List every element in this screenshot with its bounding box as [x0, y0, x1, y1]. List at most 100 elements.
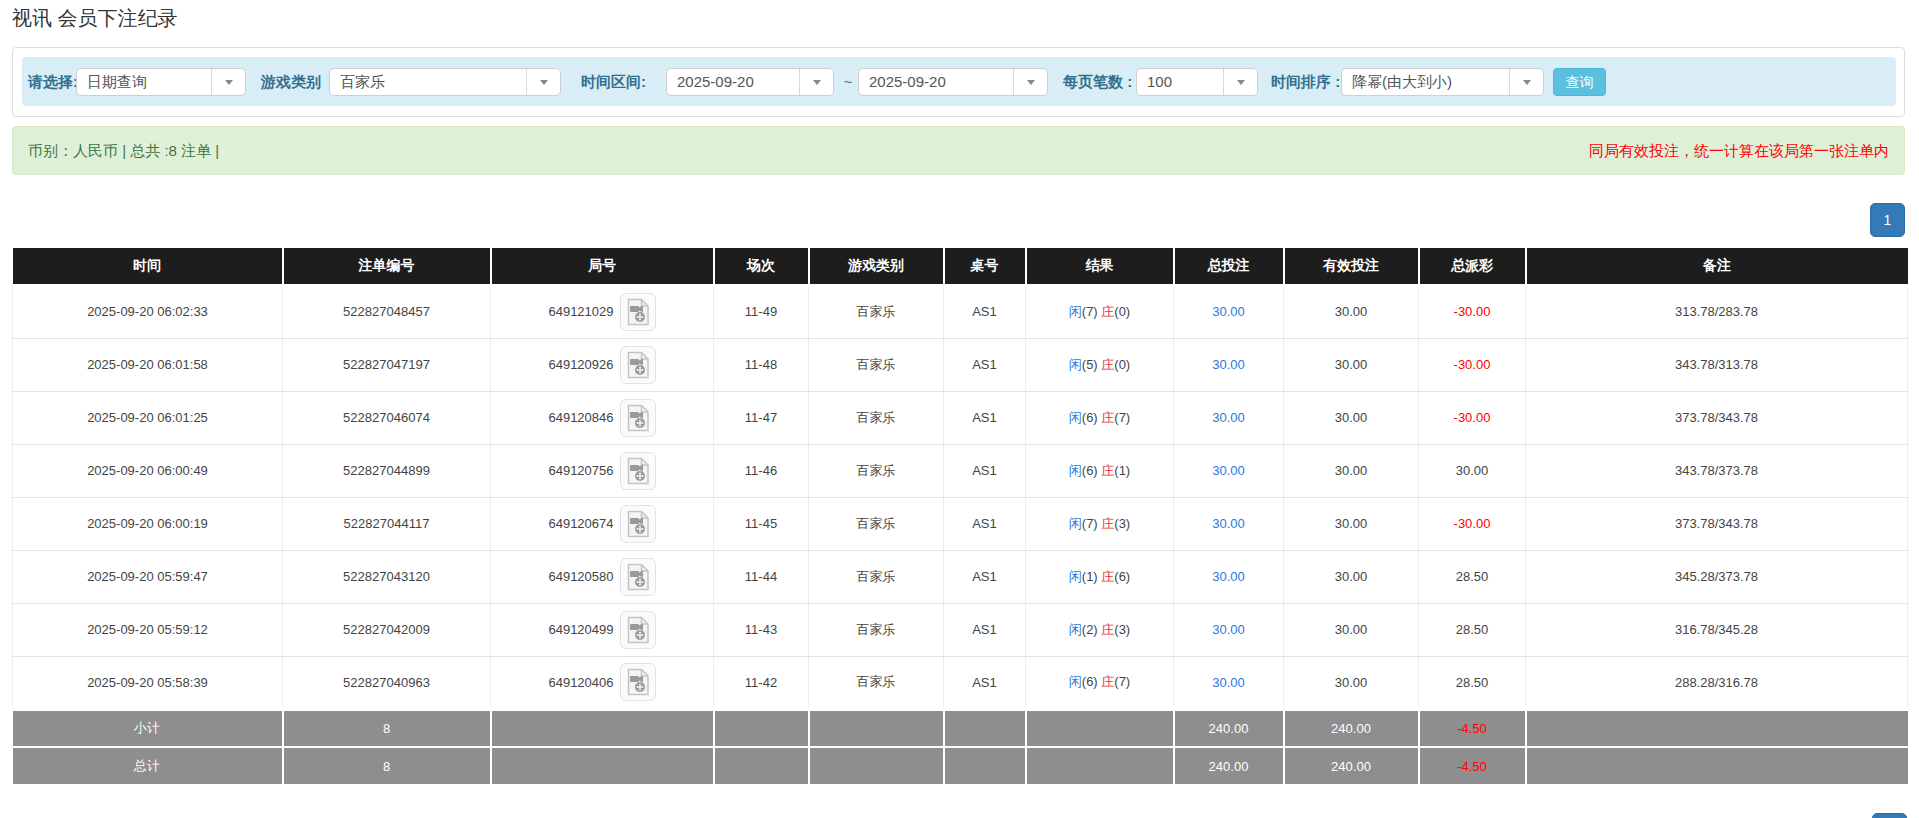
chevron-down-icon[interactable] — [799, 69, 833, 95]
cell-remark: 316.78/345.28 — [1526, 603, 1908, 656]
cell-total-bet[interactable]: 30.00 — [1174, 338, 1284, 391]
chevron-down-icon[interactable] — [1223, 69, 1257, 95]
cell-bet-id: 522827040963 — [283, 656, 491, 709]
cell-game: 百家乐 — [809, 497, 944, 550]
cell-round-id: 649120406 — [491, 656, 714, 709]
currency-summary-text: 币别：人民币 | 总共 :8 注单 | — [28, 141, 219, 160]
cell-round-id: 649120756 — [491, 444, 714, 497]
video-replay-button[interactable] — [620, 505, 656, 543]
total-payout: -4.50 — [1419, 747, 1526, 785]
col-payout: 总派彩 — [1419, 248, 1526, 285]
cell-result: 闲(7) 庄(0) — [1026, 285, 1174, 338]
cell-session: 11-49 — [714, 285, 809, 338]
subtotal-valid-bet: 240.00 — [1284, 709, 1419, 747]
table-body: 2025-09-20 06:02:33 522827048457 6491210… — [13, 285, 1908, 709]
video-file-icon — [626, 616, 650, 644]
cell-total-bet[interactable]: 30.00 — [1174, 391, 1284, 444]
cell-bet-id: 522827046074 — [283, 391, 491, 444]
notice-text: 同局有效投注，统一计算在该局第一张注单内 — [1589, 141, 1889, 160]
cell-total-bet[interactable]: 30.00 — [1174, 550, 1284, 603]
video-file-icon — [626, 457, 650, 485]
table-row: 2025-09-20 05:59:12 522827042009 6491204… — [13, 603, 1908, 656]
query-type-select[interactable]: 日期查询 — [76, 68, 246, 96]
cell-round-id: 649120674 — [491, 497, 714, 550]
cell-valid-bet: 30.00 — [1284, 338, 1419, 391]
video-replay-button[interactable] — [620, 663, 656, 701]
video-replay-button[interactable] — [620, 346, 656, 384]
chevron-down-icon[interactable] — [1013, 69, 1047, 95]
cell-valid-bet: 30.00 — [1284, 391, 1419, 444]
col-remark: 备注 — [1526, 248, 1908, 285]
cell-total-bet[interactable]: 30.00 — [1174, 285, 1284, 338]
total-valid-bet: 240.00 — [1284, 747, 1419, 785]
video-replay-button[interactable] — [620, 293, 656, 331]
video-replay-button[interactable] — [620, 399, 656, 437]
subtotal-label: 小计 — [13, 709, 283, 747]
subtotal-payout: -4.50 — [1419, 709, 1526, 747]
cell-total-bet[interactable]: 30.00 — [1174, 444, 1284, 497]
cell-payout: 28.50 — [1419, 603, 1526, 656]
cell-bet-id: 522827043120 — [283, 550, 491, 603]
video-replay-button[interactable] — [620, 611, 656, 649]
pagination-page-1-top[interactable]: 1 — [1870, 203, 1905, 237]
cell-total-bet[interactable]: 30.00 — [1174, 656, 1284, 709]
select-label: 请选择: — [28, 72, 78, 91]
game-type-value: 百家乐 — [340, 69, 385, 95]
col-session: 场次 — [714, 248, 809, 285]
table-row: 2025-09-20 06:00:49 522827044899 6491207… — [13, 444, 1908, 497]
chevron-down-icon[interactable] — [1509, 69, 1543, 95]
cell-result: 闲(1) 庄(6) — [1026, 550, 1174, 603]
col-total-bet: 总投注 — [1174, 248, 1284, 285]
cell-total-bet[interactable]: 30.00 — [1174, 497, 1284, 550]
cell-result: 闲(7) 庄(3) — [1026, 497, 1174, 550]
subtotal-total-bet: 240.00 — [1174, 709, 1284, 747]
cell-table: AS1 — [944, 603, 1026, 656]
sort-value: 降幂(由大到小) — [1352, 69, 1452, 95]
range-separator: ~ — [844, 74, 852, 90]
video-replay-button[interactable] — [620, 452, 656, 490]
video-replay-button[interactable] — [620, 558, 656, 596]
cell-round-id: 649120580 — [491, 550, 714, 603]
cell-table: AS1 — [944, 497, 1026, 550]
cell-session: 11-46 — [714, 444, 809, 497]
total-label: 总计 — [13, 747, 283, 785]
table-row: 2025-09-20 05:58:39 522827040963 6491204… — [13, 656, 1908, 709]
chevron-down-icon[interactable] — [211, 69, 245, 95]
pagination-page-1-bottom[interactable]: 1 — [1872, 813, 1907, 818]
search-button[interactable]: 查询 — [1553, 68, 1606, 96]
cell-round-id: 649120846 — [491, 391, 714, 444]
cell-game: 百家乐 — [809, 391, 944, 444]
cell-round-id: 649121029 — [491, 285, 714, 338]
total-count: 8 — [283, 747, 491, 785]
cell-game: 百家乐 — [809, 338, 944, 391]
sort-select[interactable]: 降幂(由大到小) — [1341, 68, 1544, 96]
cell-remark: 343.78/313.78 — [1526, 338, 1908, 391]
cell-remark: 343.78/373.78 — [1526, 444, 1908, 497]
subtotal-count: 8 — [283, 709, 491, 747]
cell-time: 2025-09-20 06:00:49 — [13, 444, 283, 497]
cell-remark: 373.78/343.78 — [1526, 497, 1908, 550]
date-from-select[interactable]: 2025-09-20 — [666, 68, 834, 96]
cell-session: 11-43 — [714, 603, 809, 656]
cell-bet-id: 522827042009 — [283, 603, 491, 656]
col-bet-id: 注单编号 — [283, 248, 491, 285]
cell-valid-bet: 30.00 — [1284, 603, 1419, 656]
cell-remark: 313.78/283.78 — [1526, 285, 1908, 338]
bet-records-table: 时间 注单编号 局号 场次 游戏类别 桌号 结果 总投注 有效投注 总派彩 备注… — [12, 248, 1908, 786]
chevron-down-icon[interactable] — [526, 69, 560, 95]
cell-valid-bet: 30.00 — [1284, 656, 1419, 709]
cell-result: 闲(6) 庄(7) — [1026, 656, 1174, 709]
cell-payout: 28.50 — [1419, 656, 1526, 709]
cell-total-bet[interactable]: 30.00 — [1174, 603, 1284, 656]
date-to-select[interactable]: 2025-09-20 — [858, 68, 1048, 96]
cell-remark: 345.28/373.78 — [1526, 550, 1908, 603]
cell-payout: -30.00 — [1419, 497, 1526, 550]
page-size-select[interactable]: 100 — [1136, 68, 1258, 96]
cell-time: 2025-09-20 05:59:47 — [13, 550, 283, 603]
video-file-icon — [626, 668, 650, 696]
col-valid-bet: 有效投注 — [1284, 248, 1419, 285]
video-file-icon — [626, 563, 650, 591]
video-file-icon — [626, 510, 650, 538]
date-from-value: 2025-09-20 — [677, 69, 754, 95]
game-type-select[interactable]: 百家乐 — [329, 68, 561, 96]
